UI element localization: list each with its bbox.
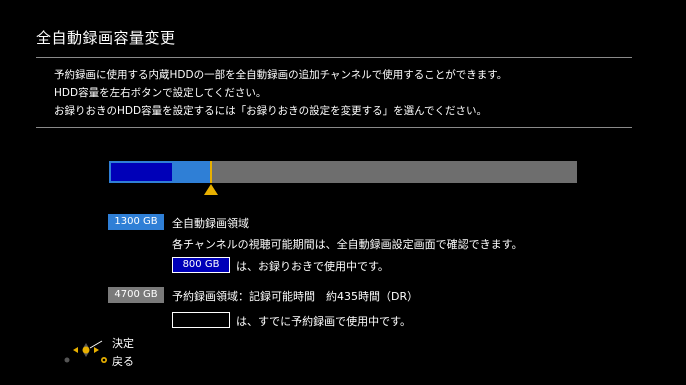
reserved-in-use-text: は、すでに予約録画で使用中です。 [236,315,412,328]
recorded-capacity-badge: 800 GB [172,257,230,273]
slider-handle-icon[interactable] [204,184,218,195]
description-line-3: お録りおきのHDD容量を設定するには「お録りおきの設定を変更する」を選んでくださ… [54,105,488,117]
capacity-slider[interactable] [109,161,577,183]
dpad-icon [64,335,114,369]
back-hint: 戻る [112,355,134,368]
confirm-hint: 決定 [112,337,134,350]
reserved-in-use-legend [172,312,230,328]
reserved-area-label: 予約録画領域：記録可能時間 約435時間（DR） [172,290,419,303]
auto-area-label: 全自動録画領域 [172,217,249,230]
header-divider [36,57,632,58]
description-divider [36,127,632,128]
page-title: 全自動録画容量変更 [36,29,176,47]
auto-area-note: 各チャンネルの視聴可能期間は、全自動録画設定画面で確認できます。 [172,238,523,251]
auto-capacity-badge: 1300 GB [108,214,164,230]
description: 予約録画に使用する内蔵HDDの一部を全自動録画の追加チャンネルで使用することがで… [54,66,507,120]
description-line-2: HDD容量を左右ボタンで設定してください。 [54,87,267,99]
recorded-text: は、お録りおきで使用中です。 [236,260,389,273]
slider-boundary-line[interactable] [210,161,212,183]
recorded-segment [111,163,172,181]
description-line-1: 予約録画に使用する内蔵HDDの一部を全自動録画の追加チャンネルで使用することがで… [54,69,508,81]
reserved-capacity-badge: 4700 GB [108,287,164,303]
